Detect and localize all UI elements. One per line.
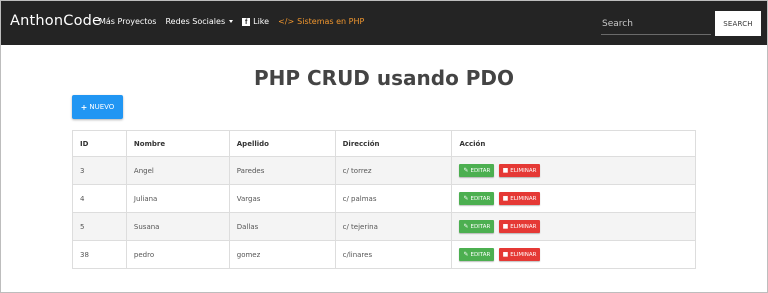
cell-id: 4 <box>72 184 127 213</box>
delete-label: ELIMINAR <box>510 251 537 258</box>
edit-icon: ✎ <box>463 195 469 202</box>
table-row: 5 Susana Dallas c/ tejerina ✎ EDITAR ■ ELI… <box>72 212 696 241</box>
edit-label: EDITAR <box>470 251 491 258</box>
edit-icon: ✎ <box>463 251 469 258</box>
edit-button[interactable]: ✎ EDITAR <box>459 248 495 261</box>
edit-button[interactable]: ✎ EDITAR <box>459 220 495 233</box>
new-record-button[interactable]: + NUEVO <box>72 95 123 119</box>
nav-link-sistemas-php[interactable]: </> Sistemas en PHP <box>278 17 364 26</box>
cell-apellido: Dallas <box>228 212 336 241</box>
nav-link-label: Más Proyectos <box>99 17 157 26</box>
delete-label: ELIMINAR <box>510 195 537 202</box>
delete-button[interactable]: ■ ELIMINAR <box>498 220 541 233</box>
edit-label: EDITAR <box>470 195 491 202</box>
nav-links: Más Proyectos Redes Sociales f Like </> … <box>99 17 373 26</box>
cell-accion: ✎ EDITAR ■ ELIMINAR <box>451 184 696 213</box>
facebook-icon: f <box>242 17 251 26</box>
cell-id: 5 <box>72 212 127 241</box>
table-row: 4 Juliana Vargas c/ palmas ✎ EDITAR ■ ELIM… <box>72 184 696 213</box>
delete-button[interactable]: ■ ELIMINAR <box>498 248 541 261</box>
header-accion: Acción <box>451 130 696 157</box>
table-row: 3 Angel Paredes c/ torrez ✎ EDITAR ■ ELIMI… <box>72 156 696 185</box>
trash-icon: ■ <box>502 195 509 202</box>
cell-nombre: pedro <box>125 240 230 269</box>
nav-link-like[interactable]: f Like <box>242 17 269 26</box>
delete-label: ELIMINAR <box>510 223 537 230</box>
edit-icon: ✎ <box>463 223 469 230</box>
edit-label: EDITAR <box>470 223 491 230</box>
delete-button[interactable]: ■ ELIMINAR <box>498 164 541 177</box>
search-button[interactable]: SEARCH <box>715 11 761 36</box>
table-row: 38 pedro gomez c/linares ✎ EDITAR ■ ELIMIN… <box>72 240 696 269</box>
nav-link-label: Sistemas en PHP <box>297 17 365 26</box>
header-direccion: Dirección <box>334 130 453 157</box>
cell-apellido: gomez <box>228 240 336 269</box>
header-id: ID <box>72 130 127 157</box>
trash-icon: ■ <box>502 167 509 174</box>
cell-id: 3 <box>72 156 127 185</box>
table-header-row: ID Nombre Apellido Dirección Acción <box>72 130 696 157</box>
delete-label: ELIMINAR <box>510 167 537 174</box>
plus-icon: + <box>80 102 88 112</box>
cell-accion: ✎ EDITAR ■ ELIMINAR <box>451 240 696 269</box>
cell-accion: ✎ EDITAR ■ ELIMINAR <box>451 212 696 241</box>
trash-icon: ■ <box>502 223 509 230</box>
cell-direccion: c/ palmas <box>334 184 453 213</box>
nav-dropdown-redes-sociales[interactable]: Redes Sociales <box>165 17 234 26</box>
cell-nombre: Angel <box>125 156 230 185</box>
cell-accion: ✎ EDITAR ■ ELIMINAR <box>451 156 696 185</box>
cell-direccion: c/ torrez <box>334 156 453 185</box>
edit-label: EDITAR <box>470 167 491 174</box>
header-nombre: Nombre <box>125 130 230 157</box>
new-button-label: NUEVO <box>89 103 115 111</box>
brand-logo[interactable]: AnthonCode <box>10 13 101 29</box>
top-navbar: AnthonCode Más Proyectos Redes Sociales … <box>1 1 767 45</box>
nav-link-label: Like <box>253 17 270 26</box>
edit-icon: ✎ <box>463 167 469 174</box>
trash-icon: ■ <box>502 251 509 258</box>
cell-nombre: Juliana <box>125 184 230 213</box>
cell-apellido: Paredes <box>228 156 336 185</box>
page-title: PHP CRUD usando PDO <box>253 66 515 90</box>
nav-link-label: Redes Sociales <box>165 17 226 26</box>
code-icon: </> <box>278 17 295 26</box>
cell-direccion: c/ tejerina <box>334 212 453 241</box>
header-apellido: Apellido <box>228 130 336 157</box>
search-input[interactable] <box>601 13 711 35</box>
cell-direccion: c/linares <box>334 240 453 269</box>
caret-down-icon <box>229 20 234 23</box>
records-table: ID Nombre Apellido Dirección Acción 3 An… <box>72 130 696 269</box>
edit-button[interactable]: ✎ EDITAR <box>459 192 495 205</box>
cell-id: 38 <box>72 240 127 269</box>
nav-link-mas-proyectos[interactable]: Más Proyectos <box>99 17 156 26</box>
delete-button[interactable]: ■ ELIMINAR <box>498 192 541 205</box>
cell-nombre: Susana <box>125 212 230 241</box>
cell-apellido: Vargas <box>228 184 336 213</box>
edit-button[interactable]: ✎ EDITAR <box>459 164 495 177</box>
